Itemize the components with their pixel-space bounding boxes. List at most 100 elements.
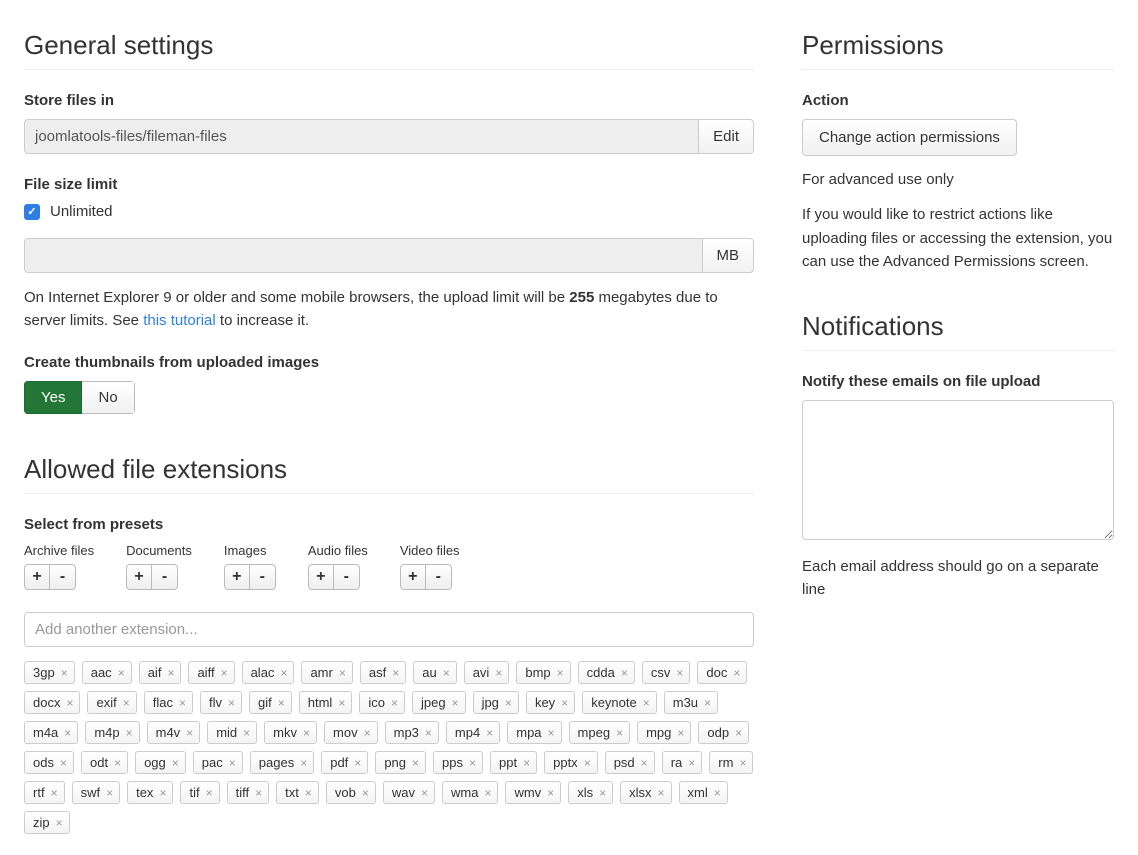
preset-add-button[interactable]: + xyxy=(224,564,250,590)
tutorial-link[interactable]: this tutorial xyxy=(143,312,216,329)
add-extension-input[interactable] xyxy=(24,612,754,647)
extension-tag-label: mpa xyxy=(516,725,541,740)
remove-extension-icon[interactable]: × xyxy=(735,726,742,740)
remove-extension-icon[interactable]: × xyxy=(206,786,213,800)
remove-extension-icon[interactable]: × xyxy=(300,756,307,770)
remove-extension-icon[interactable]: × xyxy=(557,666,564,680)
extension-tag-label: tex xyxy=(136,785,153,800)
remove-extension-icon[interactable]: × xyxy=(338,696,345,710)
create-thumbnails-label: Create thumbnails from uploaded images xyxy=(24,354,754,371)
remove-extension-icon[interactable]: × xyxy=(179,696,186,710)
remove-extension-icon[interactable]: × xyxy=(391,696,398,710)
preset-remove-button[interactable]: - xyxy=(334,564,360,590)
extension-tag-label: aif xyxy=(148,665,162,680)
remove-extension-icon[interactable]: × xyxy=(221,666,228,680)
remove-extension-icon[interactable]: × xyxy=(421,786,428,800)
remove-extension-icon[interactable]: × xyxy=(443,666,450,680)
preset-remove-button[interactable]: - xyxy=(50,564,76,590)
extension-tag-label: png xyxy=(384,755,406,770)
preset-add-button[interactable]: + xyxy=(308,564,334,590)
remove-extension-icon[interactable]: × xyxy=(505,696,512,710)
extension-tag-label: wav xyxy=(392,785,415,800)
remove-extension-icon[interactable]: × xyxy=(243,726,250,740)
remove-extension-icon[interactable]: × xyxy=(452,696,459,710)
remove-extension-icon[interactable]: × xyxy=(484,786,491,800)
remove-extension-icon[interactable]: × xyxy=(228,696,235,710)
remove-extension-icon[interactable]: × xyxy=(167,666,174,680)
remove-extension-icon[interactable]: × xyxy=(733,666,740,680)
remove-extension-icon[interactable]: × xyxy=(425,726,432,740)
remove-extension-icon[interactable]: × xyxy=(66,696,73,710)
remove-extension-icon[interactable]: × xyxy=(739,756,746,770)
preset-add-button[interactable]: + xyxy=(400,564,426,590)
extension-tag-label: cdda xyxy=(587,665,615,680)
permissions-title: Permissions xyxy=(802,30,1114,70)
remove-extension-icon[interactable]: × xyxy=(599,786,606,800)
remove-extension-icon[interactable]: × xyxy=(657,786,664,800)
extension-tag-label: mov xyxy=(333,725,358,740)
remove-extension-icon[interactable]: × xyxy=(339,666,346,680)
remove-extension-icon[interactable]: × xyxy=(364,726,371,740)
remove-extension-icon[interactable]: × xyxy=(547,786,554,800)
edit-store-path-button[interactable]: Edit xyxy=(699,119,754,154)
remove-extension-icon[interactable]: × xyxy=(172,756,179,770)
remove-extension-icon[interactable]: × xyxy=(106,786,113,800)
remove-extension-icon[interactable]: × xyxy=(305,786,312,800)
remove-extension-icon[interactable]: × xyxy=(495,666,502,680)
remove-extension-icon[interactable]: × xyxy=(229,756,236,770)
remove-extension-icon[interactable]: × xyxy=(469,756,476,770)
remove-extension-icon[interactable]: × xyxy=(677,726,684,740)
remove-extension-icon[interactable]: × xyxy=(60,756,67,770)
remove-extension-icon[interactable]: × xyxy=(621,666,628,680)
extension-tag-label: avi xyxy=(473,665,490,680)
extension-tag: mp4× xyxy=(446,721,500,744)
remove-extension-icon[interactable]: × xyxy=(641,756,648,770)
remove-extension-icon[interactable]: × xyxy=(643,696,650,710)
remove-extension-icon[interactable]: × xyxy=(486,726,493,740)
remove-extension-icon[interactable]: × xyxy=(714,786,721,800)
remove-extension-icon[interactable]: × xyxy=(61,666,68,680)
extension-tag: doc× xyxy=(697,661,747,684)
remove-extension-icon[interactable]: × xyxy=(126,726,133,740)
remove-extension-icon[interactable]: × xyxy=(548,726,555,740)
preset-add-button[interactable]: + xyxy=(24,564,50,590)
remove-extension-icon[interactable]: × xyxy=(584,756,591,770)
extension-tag-label: bmp xyxy=(525,665,550,680)
remove-extension-icon[interactable]: × xyxy=(688,756,695,770)
remove-extension-icon[interactable]: × xyxy=(118,666,125,680)
remove-extension-icon[interactable]: × xyxy=(362,786,369,800)
remove-extension-icon[interactable]: × xyxy=(303,726,310,740)
preset-add-button[interactable]: + xyxy=(126,564,152,590)
preset-remove-button[interactable]: - xyxy=(426,564,452,590)
remove-extension-icon[interactable]: × xyxy=(51,786,58,800)
remove-extension-icon[interactable]: × xyxy=(523,756,530,770)
extension-tag: au× xyxy=(413,661,456,684)
remove-extension-icon[interactable]: × xyxy=(616,726,623,740)
remove-extension-icon[interactable]: × xyxy=(64,726,71,740)
remove-extension-icon[interactable]: × xyxy=(56,816,63,830)
extension-tag-label: mkv xyxy=(273,725,297,740)
remove-extension-icon[interactable]: × xyxy=(354,756,361,770)
change-permissions-button[interactable]: Change action permissions xyxy=(802,119,1017,156)
extension-tag-label: xlsx xyxy=(629,785,651,800)
remove-extension-icon[interactable]: × xyxy=(392,666,399,680)
extension-tag-label: tiff xyxy=(236,785,250,800)
remove-extension-icon[interactable]: × xyxy=(412,756,419,770)
remove-extension-icon[interactable]: × xyxy=(114,756,121,770)
unlimited-checkbox[interactable]: ✓ xyxy=(24,204,40,220)
remove-extension-icon[interactable]: × xyxy=(280,666,287,680)
remove-extension-icon[interactable]: × xyxy=(159,786,166,800)
remove-extension-icon[interactable]: × xyxy=(704,696,711,710)
remove-extension-icon[interactable]: × xyxy=(561,696,568,710)
remove-extension-icon[interactable]: × xyxy=(186,726,193,740)
file-size-input[interactable] xyxy=(24,238,703,273)
remove-extension-icon[interactable]: × xyxy=(278,696,285,710)
remove-extension-icon[interactable]: × xyxy=(255,786,262,800)
remove-extension-icon[interactable]: × xyxy=(123,696,130,710)
thumbnails-no-button[interactable]: No xyxy=(82,381,134,414)
preset-remove-button[interactable]: - xyxy=(152,564,178,590)
notify-emails-textarea[interactable] xyxy=(802,400,1114,540)
thumbnails-yes-button[interactable]: Yes xyxy=(24,381,82,414)
remove-extension-icon[interactable]: × xyxy=(676,666,683,680)
preset-remove-button[interactable]: - xyxy=(250,564,276,590)
